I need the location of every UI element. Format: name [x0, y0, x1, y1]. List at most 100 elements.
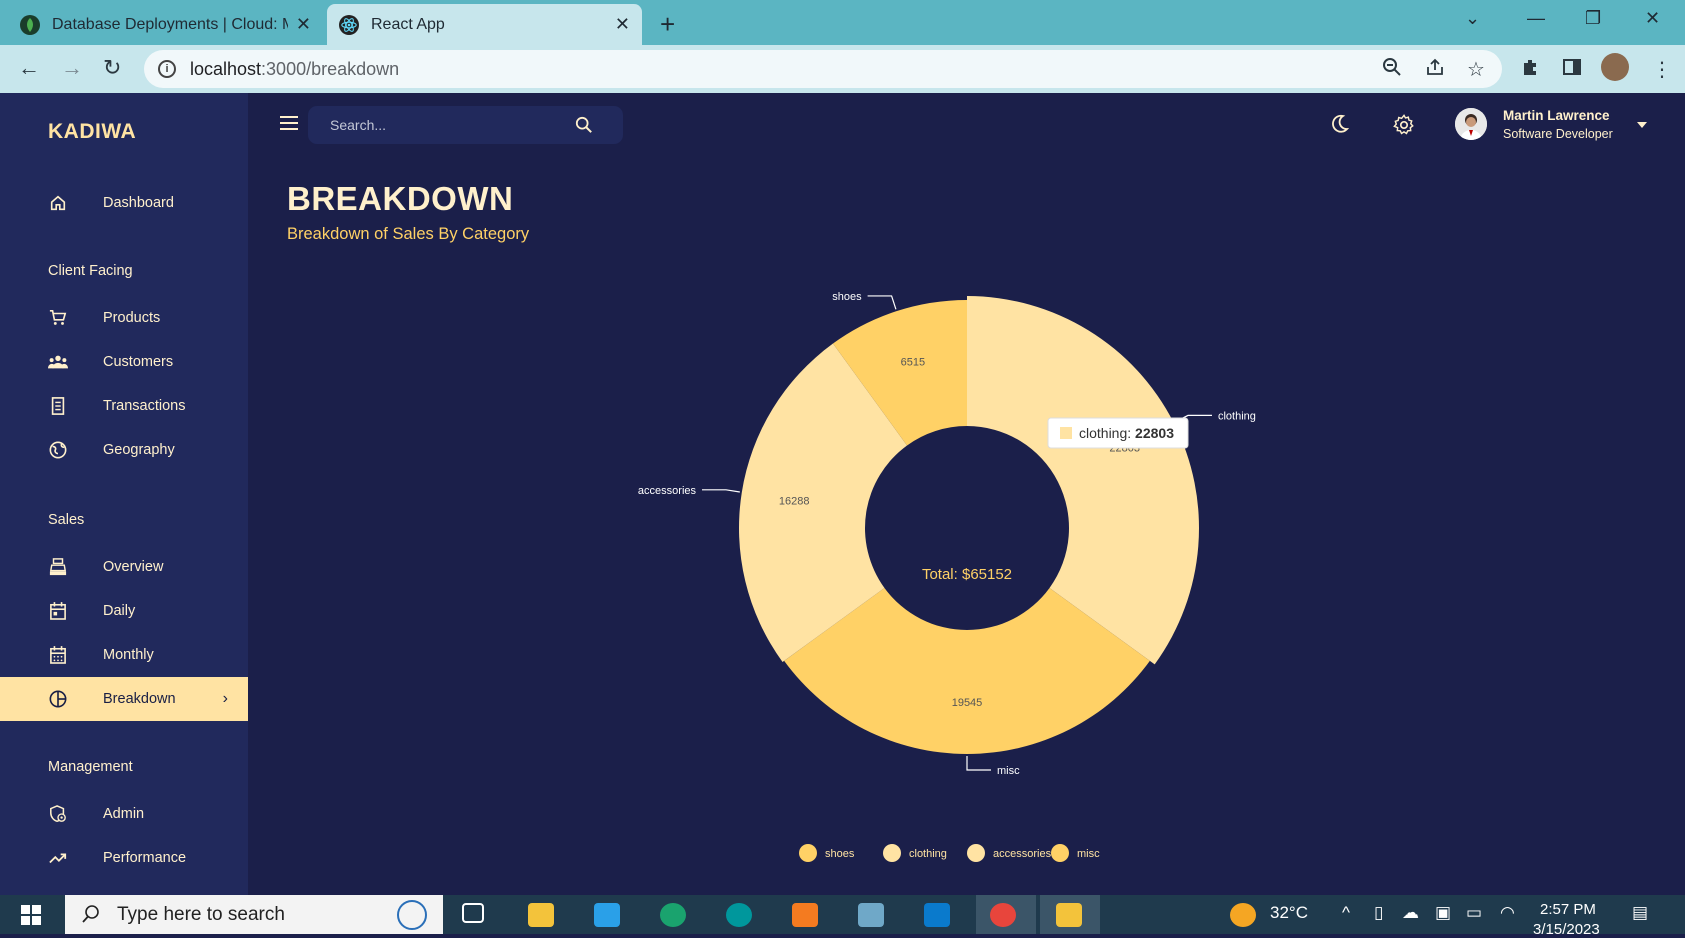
app-icon[interactable] [1056, 903, 1082, 927]
sidebar-item-label: Performance [103, 850, 187, 866]
sidebar-item-monthly[interactable]: Monthly [0, 633, 248, 677]
sidebar-item-daily[interactable]: Daily [0, 589, 248, 633]
legend-swatch [799, 844, 817, 862]
legend-swatch [967, 844, 985, 862]
app-icon[interactable] [858, 903, 884, 927]
legend-label: misc [1077, 848, 1100, 860]
display-icon: ▣ [1435, 903, 1452, 922]
tab-title: React App [371, 15, 445, 33]
slice-clothing[interactable] [967, 296, 1199, 665]
edge-icon[interactable] [660, 903, 686, 927]
battery-icon[interactable]: ▭ [1466, 903, 1482, 923]
admin-icon [48, 804, 68, 824]
minimize-icon[interactable]: — [1527, 8, 1545, 29]
sidebar-item-breakdown[interactable]: Breakdown › [0, 677, 248, 721]
sidebar-item-dashboard[interactable]: Dashboard [0, 181, 248, 225]
share-icon[interactable] [1425, 57, 1445, 83]
user-name: Martin Lawrence [1503, 108, 1610, 123]
bookmark-star-icon[interactable]: ☆ [1467, 57, 1485, 82]
browser-tab-database-deployments[interactable]: Database Deployments | Cloud: M ✕ [8, 4, 323, 45]
menu-icon[interactable] [280, 116, 298, 135]
notifications-icon[interactable]: ▤ [1632, 903, 1648, 923]
sidebar-item-geography[interactable]: Geography [0, 428, 248, 472]
wifi-icon[interactable]: ◠ [1500, 903, 1515, 923]
legend-item-accessories[interactable]: accessories [967, 844, 1052, 862]
tooltip-swatch [1060, 427, 1072, 439]
sidebar-item-label: Overview [103, 559, 164, 575]
legend-label: shoes [825, 848, 855, 860]
tab-search-chevron-icon[interactable]: ⌄ [1465, 8, 1480, 29]
sidebar-item-overview[interactable]: Overview [0, 545, 248, 589]
forward-icon[interactable]: → [61, 55, 83, 81]
search-icon[interactable] [575, 116, 593, 137]
sidebar-item-admin[interactable]: Admin [0, 792, 248, 836]
calendar-today-icon [48, 601, 68, 621]
search-placeholder: Search... [330, 117, 387, 133]
legend-item-misc[interactable]: misc [1051, 844, 1100, 862]
react-icon [339, 14, 359, 35]
sidebar-item-products[interactable]: Products [0, 296, 248, 340]
clock-date[interactable]: 3/15/2023 [1533, 921, 1600, 938]
windows-start-icon[interactable] [21, 905, 41, 930]
arc-link-misc [966, 756, 991, 771]
windows-taskbar: Type here to search 32°C ^ ▯ ☁ ▣ ▭ ◠ 2:5… [0, 895, 1685, 938]
sidebar-item-label: Products [103, 310, 161, 326]
side-panel-icon[interactable] [1562, 57, 1582, 83]
settings-gear-icon[interactable] [1393, 114, 1415, 141]
task-view-icon[interactable] [462, 903, 484, 923]
slice-value-misc: 19545 [952, 697, 983, 709]
browser-address-bar: ← → ↻ i localhost:3000/breakdown ☆ ⋮ [0, 45, 1685, 93]
arc-label-clothing: clothing [1218, 410, 1256, 422]
app-icon[interactable] [594, 903, 620, 927]
brand-logo: KADIWA [48, 120, 137, 143]
sidebar-item-label: Breakdown [103, 691, 176, 707]
extensions-icon[interactable] [1520, 57, 1540, 83]
close-tab-icon[interactable]: ✕ [296, 14, 311, 35]
chevron-down-icon[interactable] [1636, 116, 1648, 134]
site-info-icon[interactable]: i [158, 60, 176, 78]
url-field[interactable]: i localhost:3000/breakdown [144, 50, 1502, 88]
dark-mode-icon[interactable] [1329, 114, 1350, 139]
browser-tab-bar: Database Deployments | Cloud: M ✕ React … [0, 0, 1685, 45]
close-window-icon[interactable]: ✕ [1645, 8, 1660, 29]
url-path: :3000/breakdown [261, 58, 400, 79]
tab-title: Database Deployments | Cloud: M [52, 15, 288, 33]
bing-icon[interactable] [397, 900, 427, 930]
sidebar-item-label: Daily [103, 603, 136, 619]
close-tab-icon[interactable]: ✕ [615, 14, 630, 35]
browser-tab-react-app[interactable]: React App ✕ [327, 4, 642, 45]
home-icon [48, 193, 68, 213]
restore-icon[interactable]: ❐ [1585, 8, 1601, 29]
back-icon[interactable]: ← [18, 55, 40, 81]
clock-time[interactable]: 2:57 PM [1540, 901, 1596, 918]
legend-label: accessories [993, 848, 1052, 860]
zoom-icon[interactable] [1382, 57, 1402, 83]
vscode-icon[interactable] [924, 903, 950, 927]
receipt-icon [48, 396, 68, 416]
profile-avatar-icon[interactable] [1601, 53, 1629, 81]
pie-chart-icon [48, 689, 68, 709]
arduino-icon[interactable] [726, 903, 752, 927]
section-client-facing: Client Facing [48, 263, 133, 279]
slice-value-shoes: 6515 [901, 357, 925, 369]
xampp-icon[interactable] [792, 903, 818, 927]
sidebar-item-customers[interactable]: Customers [0, 340, 248, 384]
sidebar-item-label: Monthly [103, 647, 154, 663]
groups-icon [48, 352, 68, 372]
reload-icon[interactable]: ↻ [103, 55, 121, 81]
chrome-icon[interactable] [990, 903, 1016, 927]
legend-item-shoes[interactable]: shoes [799, 844, 855, 862]
legend-item-clothing[interactable]: clothing [883, 844, 947, 862]
chevron-up-icon[interactable]: ^ [1342, 903, 1350, 923]
new-tab-icon[interactable]: + [660, 9, 675, 40]
sidebar: KADIWA Dashboard Client Facing Products … [0, 93, 248, 895]
chart-center-label: Total: $65152 [922, 566, 1012, 583]
file-explorer-icon[interactable] [528, 903, 554, 927]
device-icon: ▯ [1374, 903, 1384, 922]
search-input[interactable]: Search... [308, 106, 623, 144]
browser-menu-icon[interactable]: ⋮ [1652, 57, 1672, 82]
sidebar-item-performance[interactable]: Performance [0, 836, 248, 880]
sidebar-item-transactions[interactable]: Transactions [0, 384, 248, 428]
onedrive-cloud-icon[interactable]: ☁ [1402, 903, 1419, 923]
taskbar-search-input[interactable]: Type here to search [65, 895, 443, 934]
